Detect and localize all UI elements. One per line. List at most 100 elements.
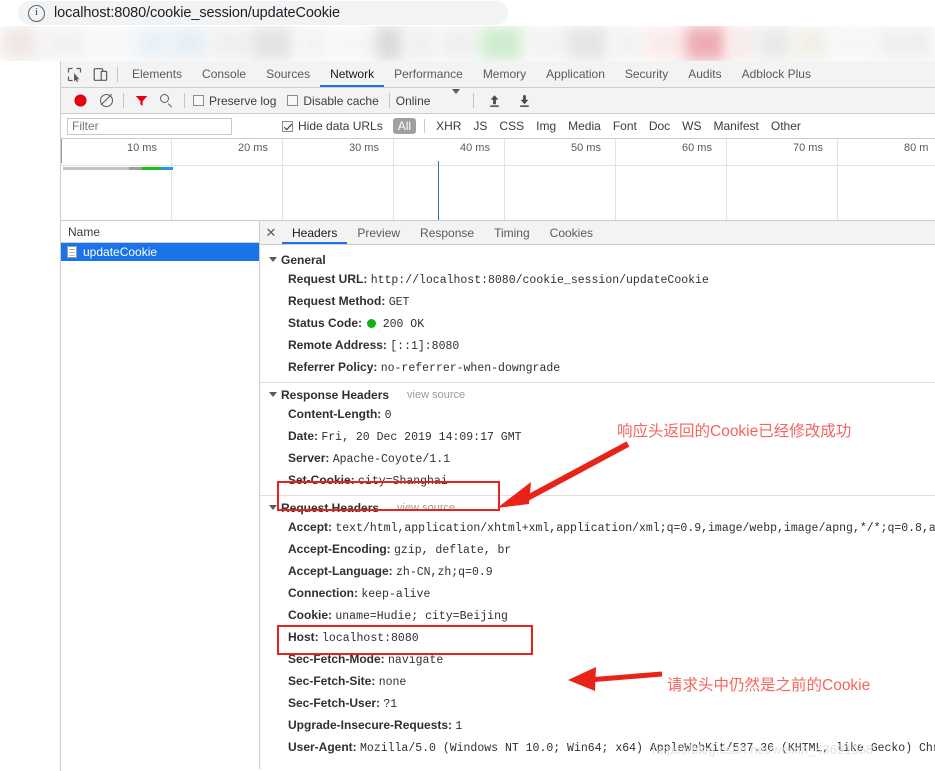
header-row: Sec-Fetch-User: ?1 [260,693,935,715]
triangle-expanded-icon [269,257,277,262]
timeline-tick-label: 40 ms [460,142,490,154]
detail-tab-headers[interactable]: Headers [282,221,348,244]
preserve-log-option[interactable]: Preserve log [193,94,276,108]
throttling-value[interactable]: Online [396,94,431,108]
toolbar-divider [117,66,118,82]
network-toolbar: Preserve log Disable cache Online [61,88,935,114]
address-bar-url: localhost:8080/cookie_session/updateCook… [54,5,340,21]
tab-application[interactable]: Application [536,61,615,87]
header-value: uname=Hudie; city=Beijing [335,610,508,623]
chrome-left-stub [0,0,6,22]
tab-memory[interactable]: Memory [473,61,536,87]
detail-tab-timing[interactable]: Timing [484,221,540,244]
waterfall-summary-bar [63,167,173,170]
section-title-text: Response Headers [281,387,390,402]
header-value: [::1]:8080 [390,340,460,353]
header-value: none [378,676,407,689]
browser-chrome: localhost:8080/cookie_session/updateCook… [0,0,935,26]
funnel-filter-icon[interactable] [128,88,154,114]
header-name: Referrer Policy: [288,360,378,374]
info-circle-icon[interactable] [28,4,45,22]
tab-security[interactable]: Security [615,61,678,87]
toolbar-divider [388,93,390,108]
blurred-bookmark-item [0,26,40,61]
tab-elements[interactable]: Elements [122,61,192,87]
tab-performance[interactable]: Performance [384,61,473,87]
toggle-device-toolbar-icon[interactable] [87,61,113,87]
blurred-bookmark-item [90,26,135,61]
header-name: Host: [288,630,319,644]
search-magnifier-icon[interactable] [154,88,180,114]
header-row: Request Method: GET [260,291,935,313]
header-name: Content-Length: [288,407,382,421]
blurred-bookmark-item [440,26,480,61]
type-filter-js[interactable]: JS [468,118,492,134]
timeline-tick-label: 60 ms [682,142,712,154]
view-source-link-request[interactable]: view source [397,502,455,514]
filter-input[interactable] [67,117,232,135]
disable-cache-label: Disable cache [303,93,379,108]
download-arrow-icon[interactable] [511,88,537,114]
detail-tab-cookies[interactable]: Cookies [540,221,603,244]
header-row: Referrer Policy: no-referrer-when-downgr… [260,357,935,379]
blurred-bookmark-item [250,26,295,61]
timeline-tick-label: 50 ms [571,142,601,154]
type-filter-img[interactable]: Img [531,118,561,134]
request-list-header: Name [61,221,259,243]
triangle-expanded-icon [269,392,277,397]
chevron-down-icon[interactable] [452,88,461,108]
header-row: Host: localhost:8080 [260,627,935,649]
preserve-log-checkbox[interactable] [193,95,204,106]
close-x-icon[interactable]: ✕ [260,221,282,244]
type-filter-xhr[interactable]: XHR [431,118,466,134]
type-filter-ws[interactable]: WS [677,118,706,134]
hide-data-urls-checkbox[interactable] [282,120,293,132]
section-header-response-headers[interactable]: Response Headers view source [260,385,935,404]
upload-arrow-icon[interactable] [481,88,507,114]
waterfall-segment-receive [161,167,173,170]
type-filter-manifest[interactable]: Manifest [709,118,764,134]
header-name: Connection: [288,586,358,600]
request-row-updatecookie[interactable]: updateCookie [61,243,259,261]
timeline-tick-label: 30 ms [349,142,379,154]
tab-console[interactable]: Console [192,61,256,87]
type-filter-doc[interactable]: Doc [644,118,675,134]
header-row: Request URL: http://localhost:8080/cooki… [260,269,935,291]
hide-data-urls-option[interactable]: Hide data URLs [282,119,383,133]
inspect-element-icon[interactable] [61,61,87,87]
address-bar[interactable]: localhost:8080/cookie_session/updateCook… [18,1,508,25]
header-value: gzip, deflate, br [394,544,512,557]
tab-audits[interactable]: Audits [678,61,731,87]
header-row: Remote Address: [::1]:8080 [260,335,935,357]
disable-cache-checkbox[interactable] [287,95,299,106]
blurred-bookmark-item [170,26,210,61]
type-filter-media[interactable]: Media [563,118,606,134]
detail-tab-preview[interactable]: Preview [347,221,410,244]
type-filter-font[interactable]: Font [608,118,642,134]
type-filter-all[interactable]: All [392,118,417,134]
section-title-text: General [281,252,326,267]
disable-cache-option[interactable]: Disable cache [287,93,379,108]
tab-network[interactable]: Network [320,61,385,87]
blurred-bookmark-item [295,26,330,61]
tab-adblock-plus[interactable]: Adblock Plus [732,61,821,87]
header-name: Date: [288,429,319,443]
toolbar-divider [184,93,185,108]
timeline-tick-label: 80 m [904,142,929,154]
header-name: Sec-Fetch-Mode: [288,652,385,666]
network-overview-timeline[interactable]: 10 ms 20 ms 30 ms 40 ms 50 ms 60 ms 70 m… [61,139,935,221]
header-row: Accept: text/html,application/xhtml+xml,… [260,517,935,539]
type-filter-css[interactable]: CSS [494,118,529,134]
section-header-general[interactable]: General [260,250,935,269]
header-name: Cookie: [288,608,333,622]
detail-tab-response[interactable]: Response [410,221,484,244]
view-source-link-response[interactable]: view source [407,389,465,401]
type-filter-other[interactable]: Other [766,118,806,134]
clear-no-entry-icon[interactable] [93,88,119,114]
header-value: keep-alive [361,588,431,601]
tab-sources[interactable]: Sources [256,61,320,87]
header-value: ?1 [383,698,398,711]
record-circle-icon[interactable] [67,88,93,114]
header-name: Accept-Language: [288,564,393,578]
header-name: Status Code: [288,316,363,330]
